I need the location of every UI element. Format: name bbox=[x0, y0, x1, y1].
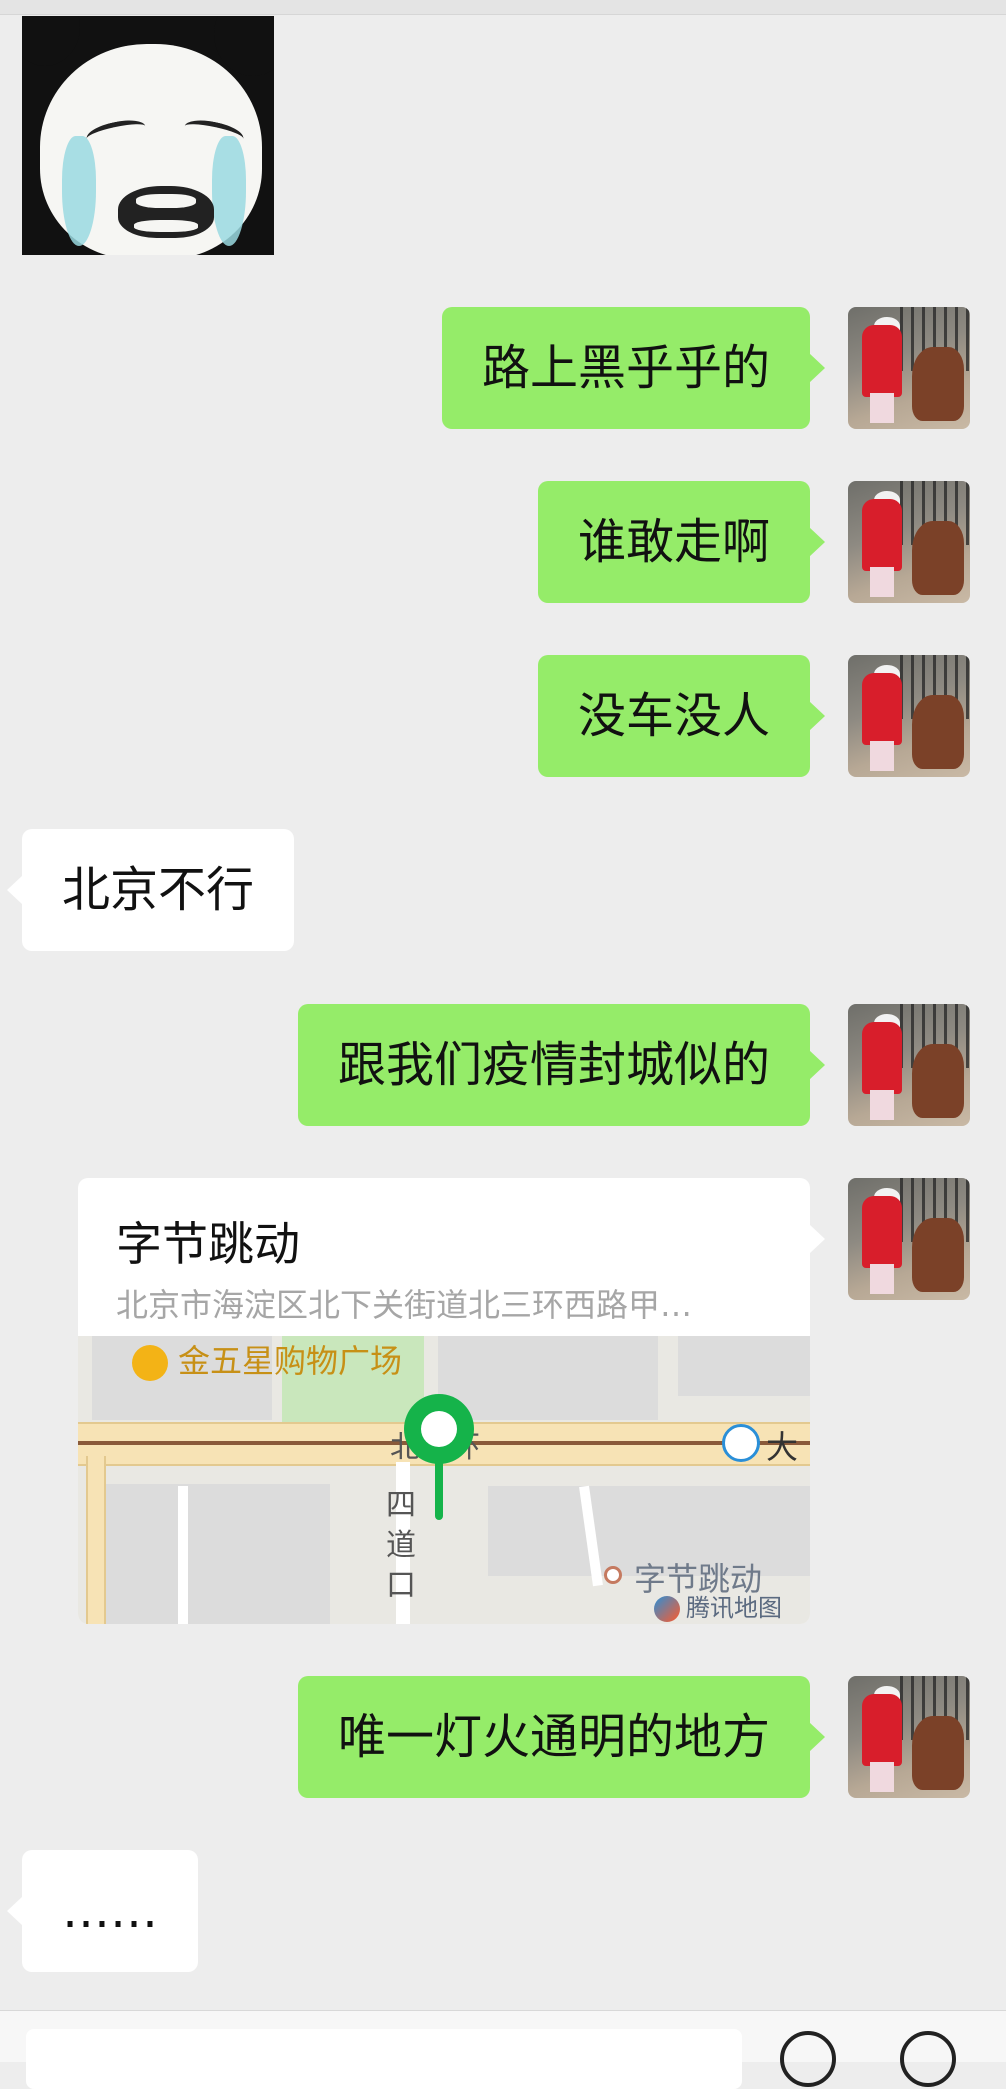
crying-panda-sticker[interactable] bbox=[22, 16, 274, 255]
user-avatar[interactable] bbox=[848, 1178, 970, 1300]
location-pin-icon bbox=[404, 1394, 474, 1464]
sent-message-bubble[interactable]: 跟我们疫情封城似的 bbox=[297, 1004, 826, 1126]
map-block bbox=[678, 1336, 810, 1396]
user-avatar[interactable] bbox=[848, 1004, 970, 1126]
user-avatar[interactable] bbox=[848, 481, 970, 603]
shopping-bag-icon bbox=[132, 1345, 168, 1381]
message-input[interactable] bbox=[26, 2029, 742, 2089]
status-area bbox=[0, 0, 1006, 15]
received-message-bubble[interactable]: …… bbox=[7, 1850, 198, 1972]
plus-icon[interactable] bbox=[900, 2031, 956, 2087]
sent-message-bubble[interactable]: 路上黑乎乎的 bbox=[441, 307, 826, 429]
sent-message-bubble[interactable]: 唯一灯火通明的地方 bbox=[297, 1676, 826, 1798]
map-street-label: 四道口 bbox=[386, 1488, 416, 1603]
subway-icon bbox=[722, 1424, 760, 1462]
received-message-bubble[interactable]: 北京不行 bbox=[6, 829, 295, 951]
location-map[interactable]: 金五星购物广场 北三环 四道口 大 字节跳动 腾讯地图 bbox=[78, 1336, 810, 1624]
map-metro-label: 大 bbox=[766, 1428, 799, 1466]
location-address: 北京市海淀区北下关街道北三环西路甲… bbox=[116, 1286, 693, 1324]
sent-message-bubble[interactable]: 没车没人 bbox=[537, 655, 826, 777]
map-poi-marker bbox=[604, 1566, 622, 1584]
sent-message-bubble[interactable]: 谁敢走啊 bbox=[537, 481, 826, 603]
map-block bbox=[438, 1336, 658, 1420]
location-bubble-tail bbox=[809, 1224, 825, 1254]
map-poi-mall: 金五星购物广场 bbox=[132, 1336, 402, 1382]
map-side-road bbox=[86, 1456, 106, 1624]
user-avatar[interactable] bbox=[848, 655, 970, 777]
map-brand: 腾讯地图 bbox=[654, 1588, 782, 1623]
location-pin-stem bbox=[435, 1460, 443, 1520]
location-title: 字节跳动 bbox=[116, 1217, 300, 1271]
map-block bbox=[100, 1484, 330, 1624]
emoji-icon[interactable] bbox=[780, 2031, 836, 2087]
user-avatar[interactable] bbox=[848, 1676, 970, 1798]
tencent-map-icon bbox=[654, 1596, 680, 1622]
map-street bbox=[178, 1486, 188, 1624]
input-bar bbox=[0, 2010, 1006, 2089]
location-card[interactable]: 字节跳动 北京市海淀区北下关街道北三环西路甲… 金五星购物广场 北三环 四道口 … bbox=[78, 1178, 810, 1624]
user-avatar[interactable] bbox=[848, 307, 970, 429]
